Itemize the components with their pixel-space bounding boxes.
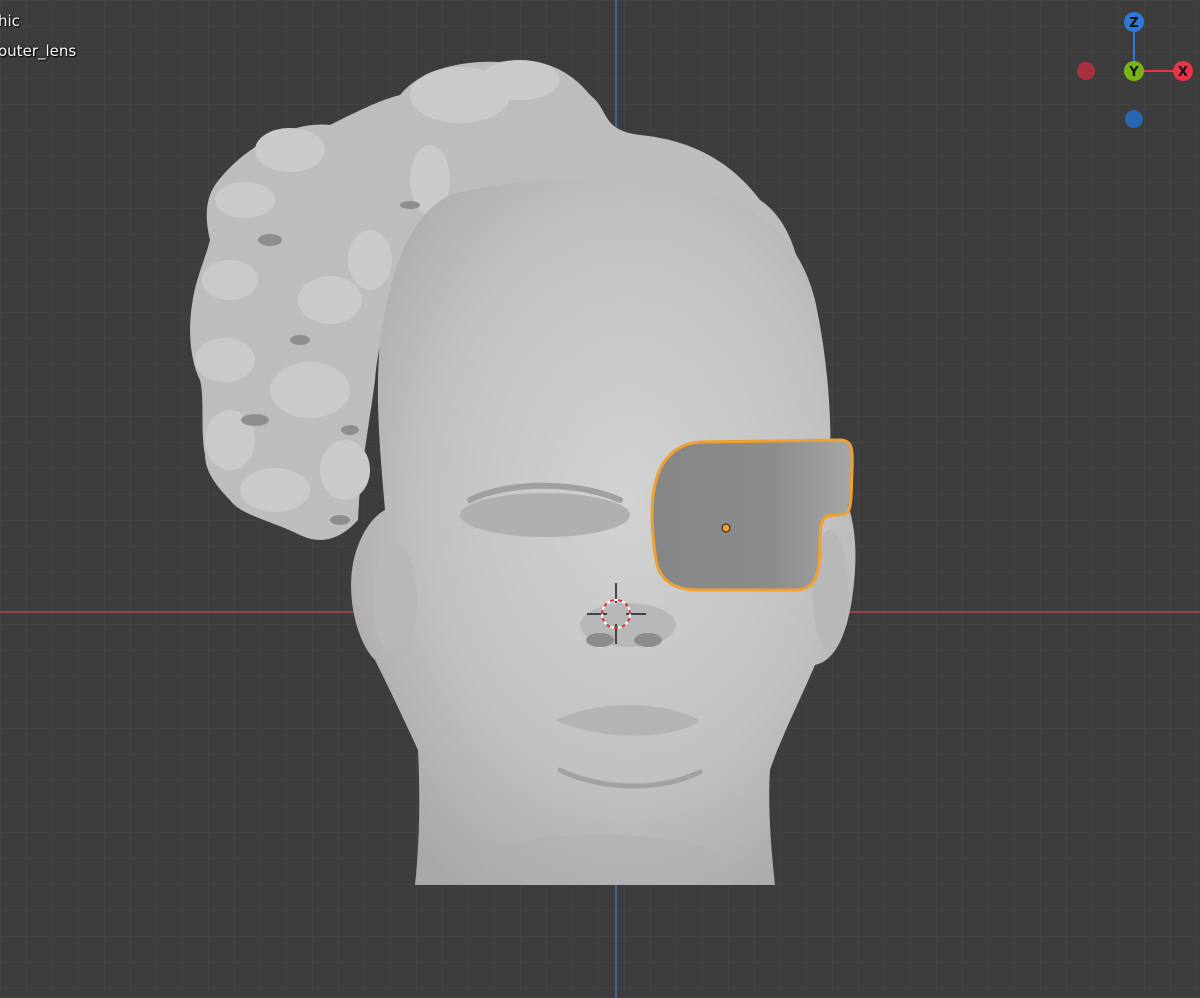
svg-text:Y: Y: [1128, 65, 1139, 80]
gizmo-neg-x-handle[interactable]: [1077, 62, 1095, 80]
gizmo-z-handle[interactable]: Z: [1124, 12, 1144, 32]
3d-viewport[interactable]: Z Y X hic outer_lens: [0, 0, 1200, 998]
viewport-scene[interactable]: Z Y X: [0, 0, 1200, 998]
svg-text:Z: Z: [1129, 16, 1138, 31]
active-object-label: outer_lens: [0, 42, 77, 60]
gizmo-neg-z-handle[interactable]: [1125, 110, 1143, 128]
svg-text:X: X: [1178, 65, 1188, 80]
gizmo-x-handle[interactable]: X: [1173, 61, 1193, 81]
gizmo-y-handle[interactable]: Y: [1124, 61, 1144, 81]
object-origin-dot[interactable]: [721, 523, 731, 533]
view-mode-label: hic: [0, 12, 20, 30]
